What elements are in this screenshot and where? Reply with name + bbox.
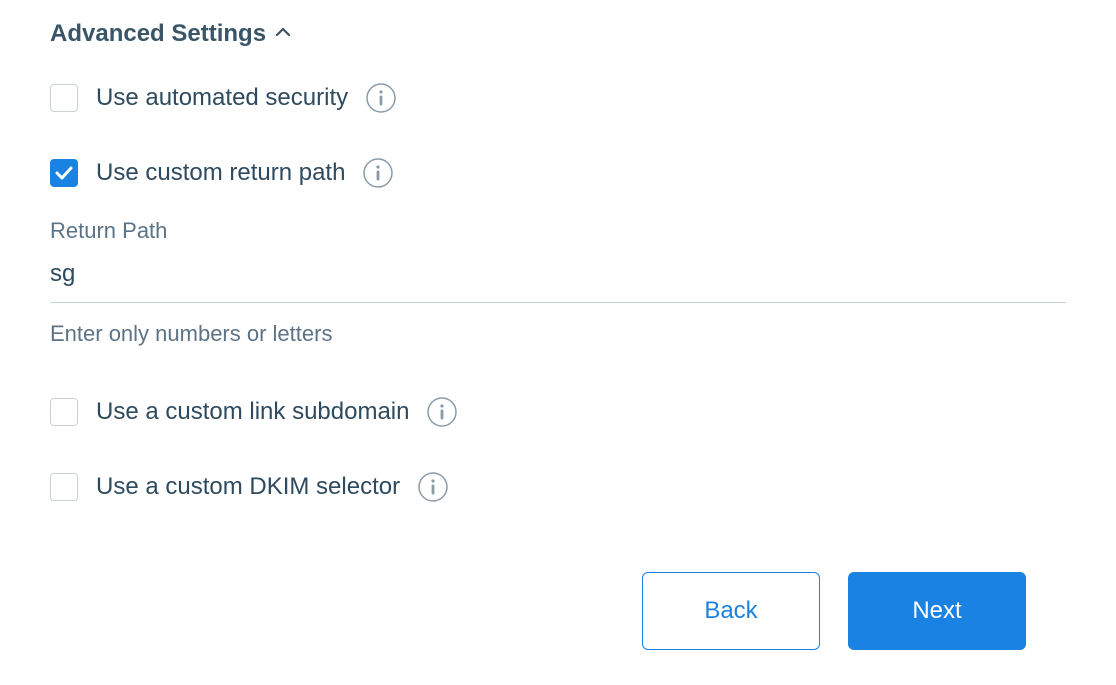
back-button[interactable]: Back xyxy=(642,572,820,650)
return-path-input[interactable] xyxy=(50,254,1066,303)
next-button[interactable]: Next xyxy=(848,572,1026,650)
custom-return-path-checkbox[interactable] xyxy=(50,159,78,187)
custom-link-subdomain-label: Use a custom link subdomain xyxy=(96,398,409,426)
return-path-hint: Enter only numbers or letters xyxy=(50,321,1066,347)
custom-dkim-selector-row: Use a custom DKIM selector xyxy=(50,472,1066,502)
info-icon[interactable] xyxy=(363,158,393,188)
automated-security-label: Use automated security xyxy=(96,84,348,112)
custom-link-subdomain-row: Use a custom link subdomain xyxy=(50,397,1066,427)
advanced-settings-toggle[interactable]: Advanced Settings xyxy=(50,20,1066,48)
automated-security-row: Use automated security xyxy=(50,83,1066,113)
custom-return-path-label: Use custom return path xyxy=(96,159,345,187)
custom-dkim-selector-label: Use a custom DKIM selector xyxy=(96,473,400,501)
section-title: Advanced Settings xyxy=(50,20,266,48)
info-icon[interactable] xyxy=(427,397,457,427)
automated-security-checkbox[interactable] xyxy=(50,84,78,112)
custom-return-path-row: Use custom return path xyxy=(50,158,1066,188)
info-icon[interactable] xyxy=(418,472,448,502)
return-path-field-group: Return Path Enter only numbers or letter… xyxy=(50,218,1066,347)
button-row: Back Next xyxy=(50,572,1066,650)
custom-link-subdomain-checkbox[interactable] xyxy=(50,398,78,426)
info-icon[interactable] xyxy=(366,83,396,113)
chevron-up-icon xyxy=(276,27,290,41)
return-path-label: Return Path xyxy=(50,218,1066,244)
custom-dkim-selector-checkbox[interactable] xyxy=(50,473,78,501)
